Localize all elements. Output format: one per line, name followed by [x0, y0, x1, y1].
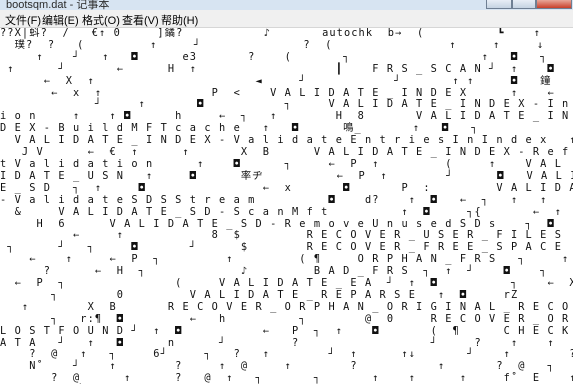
- menu-edit[interactable]: 编辑(E): [42, 12, 79, 28]
- window-title: bootsqm.dat - 记事本: [6, 0, 110, 10]
- text-editor[interactable]: ??X|蚪? / €↑ 0 ]鐍? ♪ autochk b→ ( ┗ ↑ ◘ 璞…: [0, 28, 573, 384]
- minimize-button[interactable]: [486, 0, 512, 9]
- menu-view[interactable]: 查看(V): [122, 12, 159, 28]
- menu-bar: 文件(F) 编辑(E) 格式(O) 查看(V) 帮助(H): [0, 10, 573, 28]
- editor-text: ??X|蚪? / €↑ 0 ]鐍? ♪ autochk b→ ( ┗ ↑ ◘ 璞…: [0, 28, 573, 384]
- menu-format[interactable]: 格式(O): [82, 12, 120, 28]
- title-bar: bootsqm.dat - 记事本: [0, 0, 573, 10]
- maximize-button[interactable]: [512, 0, 536, 9]
- menu-help[interactable]: 帮助(H): [161, 12, 198, 28]
- close-button[interactable]: [536, 0, 572, 9]
- menu-file[interactable]: 文件(F): [5, 12, 41, 28]
